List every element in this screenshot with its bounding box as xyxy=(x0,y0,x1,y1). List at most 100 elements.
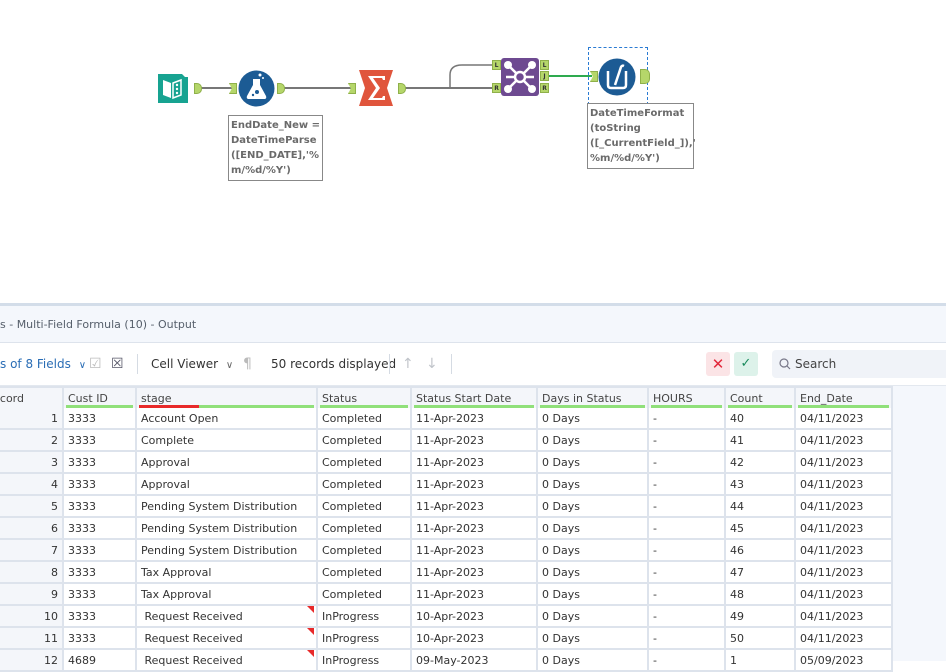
count-cell[interactable]: 45 xyxy=(726,518,796,540)
record-number-cell[interactable]: 8 xyxy=(0,562,64,584)
count-cell[interactable]: 50 xyxy=(726,628,796,650)
count-cell[interactable]: 44 xyxy=(726,496,796,518)
status-cell[interactable]: Completed xyxy=(318,562,412,584)
table-row[interactable]: 3 3333 Approval Completed 11-Apr-2023 0 … xyxy=(0,452,893,474)
hours-cell[interactable]: - xyxy=(649,452,726,474)
days-in-status-cell[interactable]: 0 Days xyxy=(538,606,649,628)
end-date-cell[interactable]: 04/11/2023 xyxy=(796,496,893,518)
cell-viewer-dropdown[interactable]: Cell Viewer ∨ xyxy=(151,343,233,385)
stage-cell[interactable]: Request Received xyxy=(137,650,318,672)
count-cell[interactable]: 48 xyxy=(726,584,796,606)
record-number-cell[interactable]: 12 xyxy=(0,650,64,672)
table-row[interactable]: 7 3333 Pending System Distribution Compl… xyxy=(0,540,893,562)
count-cell[interactable]: 43 xyxy=(726,474,796,496)
hours-cell[interactable]: - xyxy=(649,496,726,518)
record-number-cell[interactable]: 4 xyxy=(0,474,64,496)
count-cell[interactable]: 49 xyxy=(726,606,796,628)
formula-tool[interactable] xyxy=(238,70,275,107)
stage-cell[interactable]: Pending System Distribution xyxy=(137,518,318,540)
arrow-up-icon[interactable]: ↑ xyxy=(402,343,414,385)
record-number-cell[interactable]: 10 xyxy=(0,606,64,628)
column-header-count[interactable]: Count xyxy=(726,386,796,408)
end-date-cell[interactable]: 04/11/2023 xyxy=(796,430,893,452)
record-number-cell[interactable]: 2 xyxy=(0,430,64,452)
status-cell[interactable]: Completed xyxy=(318,496,412,518)
cust-id-cell[interactable]: 3333 xyxy=(64,562,137,584)
days-in-status-cell[interactable]: 0 Days xyxy=(538,452,649,474)
days-in-status-cell[interactable]: 0 Days xyxy=(538,496,649,518)
join-right-output-anchor[interactable]: R xyxy=(540,83,549,93)
column-header-end-date[interactable]: End_Date xyxy=(796,386,893,408)
column-header-status-start-date[interactable]: Status Start Date xyxy=(412,386,538,408)
input-data-tool[interactable] xyxy=(155,70,191,106)
status-cell[interactable]: Completed xyxy=(318,408,412,430)
status-start-date-cell[interactable]: 11-Apr-2023 xyxy=(412,562,538,584)
hours-cell[interactable]: - xyxy=(649,408,726,430)
hours-cell[interactable]: - xyxy=(649,562,726,584)
hours-cell[interactable]: - xyxy=(649,474,726,496)
table-row[interactable]: 9 3333 Tax Approval Completed 11-Apr-202… xyxy=(0,584,893,606)
stage-cell[interactable]: Complete xyxy=(137,430,318,452)
stage-cell[interactable]: Pending System Distribution xyxy=(137,496,318,518)
end-date-cell[interactable]: 04/11/2023 xyxy=(796,408,893,430)
status-cell[interactable]: Completed xyxy=(318,474,412,496)
status-start-date-cell[interactable]: 10-Apr-2023 xyxy=(412,606,538,628)
status-cell[interactable]: InProgress xyxy=(318,606,412,628)
column-header-record[interactable]: ecord xyxy=(0,386,64,408)
status-cell[interactable]: Completed xyxy=(318,584,412,606)
days-in-status-cell[interactable]: 0 Days xyxy=(538,540,649,562)
cust-id-cell[interactable]: 3333 xyxy=(64,408,137,430)
column-header-hours[interactable]: HOURS xyxy=(649,386,726,408)
end-date-cell[interactable]: 04/11/2023 xyxy=(796,452,893,474)
multi-field-formula-output-anchor[interactable] xyxy=(640,69,650,84)
table-row[interactable]: 1 3333 Account Open Completed 11-Apr-202… xyxy=(0,408,893,430)
cust-id-cell[interactable]: 3333 xyxy=(64,584,137,606)
status-start-date-cell[interactable]: 11-Apr-2023 xyxy=(412,584,538,606)
status-start-date-cell[interactable]: 11-Apr-2023 xyxy=(412,474,538,496)
table-row[interactable]: 12 4689 Request Received InProgress 09-M… xyxy=(0,650,893,672)
status-cell[interactable]: Completed xyxy=(318,452,412,474)
record-number-cell[interactable]: 3 xyxy=(0,452,64,474)
cust-id-cell[interactable]: 3333 xyxy=(64,496,137,518)
cust-id-cell[interactable]: 3333 xyxy=(64,474,137,496)
search-input[interactable]: Search xyxy=(772,350,946,378)
status-start-date-cell[interactable]: 11-Apr-2023 xyxy=(412,540,538,562)
status-start-date-cell[interactable]: 11-Apr-2023 xyxy=(412,518,538,540)
hours-cell[interactable]: - xyxy=(649,540,726,562)
status-cell[interactable]: Completed xyxy=(318,518,412,540)
stage-cell[interactable]: Pending System Distribution xyxy=(137,540,318,562)
status-start-date-cell[interactable]: 11-Apr-2023 xyxy=(412,408,538,430)
apply-button[interactable]: ✓ xyxy=(734,352,758,376)
days-in-status-cell[interactable]: 0 Days xyxy=(538,408,649,430)
stage-cell[interactable]: Approval xyxy=(137,452,318,474)
table-row[interactable]: 10 3333 Request Received InProgress 10-A… xyxy=(0,606,893,628)
status-start-date-cell[interactable]: 10-Apr-2023 xyxy=(412,628,538,650)
end-date-cell[interactable]: 04/11/2023 xyxy=(796,628,893,650)
join-join-output-anchor[interactable]: J xyxy=(540,71,549,81)
record-number-cell[interactable]: 9 xyxy=(0,584,64,606)
count-cell[interactable]: 1 xyxy=(726,650,796,672)
join-right-input-anchor[interactable]: R xyxy=(492,83,501,93)
join-tool[interactable] xyxy=(501,58,539,96)
count-cell[interactable]: 47 xyxy=(726,562,796,584)
table-row[interactable]: 2 3333 Complete Completed 11-Apr-2023 0 … xyxy=(0,430,893,452)
fields-selector[interactable]: s of 8 Fields ∨ xyxy=(0,343,86,385)
hours-cell[interactable]: - xyxy=(649,606,726,628)
column-header-cust-id[interactable]: Cust ID xyxy=(64,386,137,408)
stage-cell[interactable]: Tax Approval xyxy=(137,584,318,606)
workflow-canvas[interactable]: EndDate_New = DateTimeParse ([END_DATE],… xyxy=(0,0,946,303)
stage-cell[interactable]: Account Open xyxy=(137,408,318,430)
multi-field-formula-tool[interactable] xyxy=(598,58,636,96)
record-number-cell[interactable]: 1 xyxy=(0,408,64,430)
status-cell[interactable]: Completed xyxy=(318,540,412,562)
count-cell[interactable]: 41 xyxy=(726,430,796,452)
end-date-cell[interactable]: 04/11/2023 xyxy=(796,562,893,584)
hours-cell[interactable]: - xyxy=(649,584,726,606)
end-date-cell[interactable]: 04/11/2023 xyxy=(796,606,893,628)
stage-cell[interactable]: Request Received xyxy=(137,606,318,628)
hours-cell[interactable]: - xyxy=(649,518,726,540)
days-in-status-cell[interactable]: 0 Days xyxy=(538,474,649,496)
end-date-cell[interactable]: 04/11/2023 xyxy=(796,474,893,496)
cancel-button[interactable]: ✕ xyxy=(706,352,730,376)
record-number-cell[interactable]: 7 xyxy=(0,540,64,562)
